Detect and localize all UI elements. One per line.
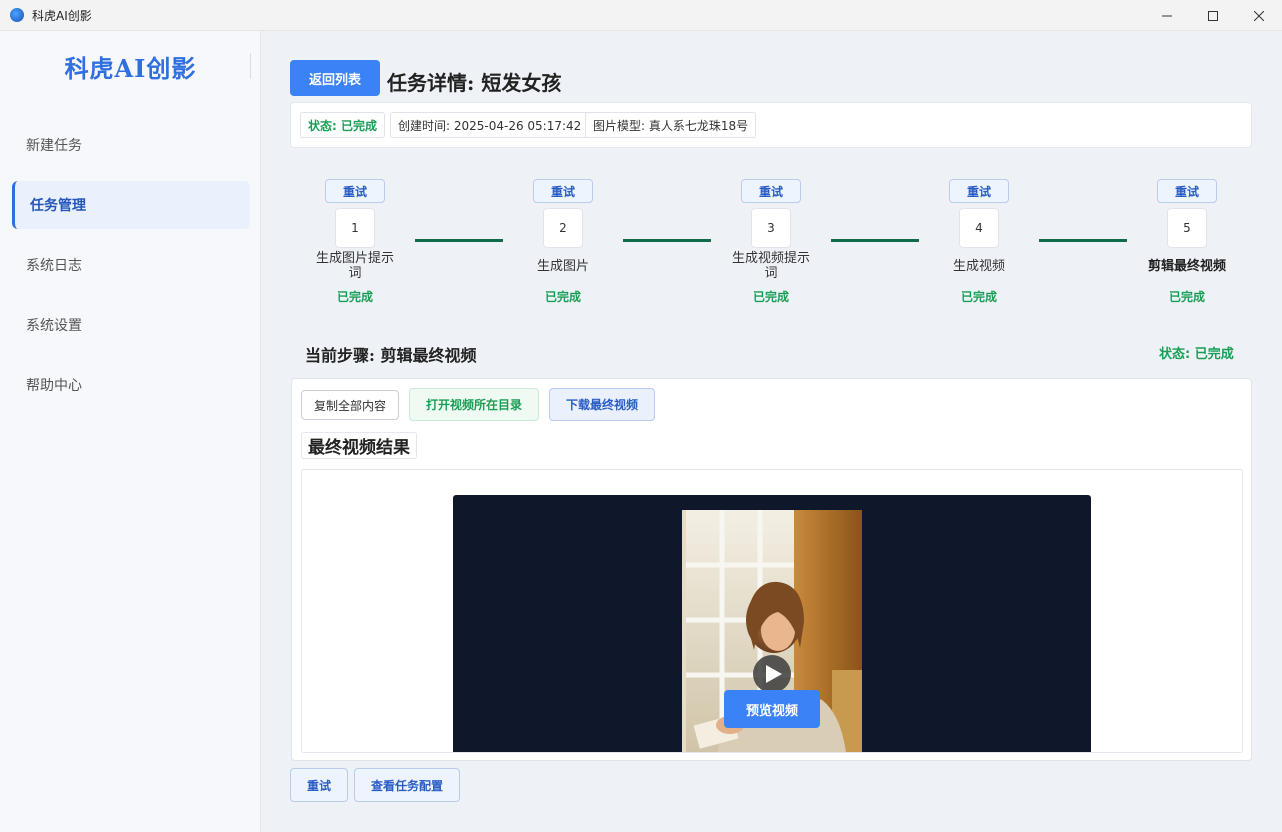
step-retry-button[interactable]: 重试 [741, 179, 801, 203]
page-title: 任务详情: 短发女孩 [387, 71, 562, 95]
retry-button[interactable]: 重试 [290, 768, 348, 802]
maximize-icon[interactable] [1190, 0, 1236, 31]
step-number: 5 [1167, 208, 1207, 248]
minimize-icon[interactable] [1144, 0, 1190, 31]
step-1: 重试 1 生成图片提示词 已完成 [301, 179, 401, 309]
result-title: 最终视频结果 [301, 432, 417, 459]
play-icon[interactable] [753, 655, 791, 693]
step-connector [415, 239, 503, 242]
step-retry-button[interactable]: 重试 [325, 179, 385, 203]
sidebar-item-system-log[interactable]: 系统日志 [12, 241, 250, 289]
step-number: 4 [959, 208, 999, 248]
window-title: 科虎AI创影 [32, 8, 92, 23]
result-card: 复制全部内容 打开视频所在目录 下载最终视频 最终视频结果 预览视频 [291, 378, 1252, 761]
step-number: 3 [751, 208, 791, 248]
step-status: 已完成 [336, 290, 373, 304]
step-status: 已完成 [752, 290, 789, 304]
current-step-label: 当前步骤: 剪辑最终视频 [305, 346, 477, 365]
step-retry-button[interactable]: 重试 [1157, 179, 1217, 203]
copy-all-button[interactable]: 复制全部内容 [301, 390, 399, 420]
view-task-config-button[interactable]: 查看任务配置 [354, 768, 460, 802]
sidebar-item-system-settings[interactable]: 系统设置 [12, 301, 250, 349]
step-status: 已完成 [544, 290, 581, 304]
sidebar-item-task-management[interactable]: 任务管理 [12, 181, 250, 229]
step-number: 1 [335, 208, 375, 248]
step-label: 生成图片提示词 [315, 251, 394, 281]
sidebar-item-new-task[interactable]: 新建任务 [12, 121, 250, 169]
open-video-folder-button[interactable]: 打开视频所在目录 [409, 388, 539, 421]
image-model-badge: 图片模型: 真人系七龙珠18号 [585, 112, 757, 138]
step-status: 已完成 [960, 290, 997, 304]
step-label: 生成图片 [536, 259, 589, 274]
task-info-card: 状态: 已完成 创建时间: 2025-04-26 05:17:42 图片模型: … [290, 102, 1252, 148]
download-video-button[interactable]: 下载最终视频 [549, 388, 655, 421]
step-number: 2 [543, 208, 583, 248]
step-4: 重试 4 生成视频 已完成 [925, 179, 1025, 309]
brand-divider [250, 53, 251, 79]
sidebar-item-help-center[interactable]: 帮助中心 [12, 361, 250, 409]
step-2: 重试 2 生成图片 已完成 [509, 179, 609, 309]
app-logo-icon [10, 8, 24, 22]
title-bar: 科虎AI创影 [0, 0, 1282, 31]
main-content: 返回列表 任务详情: 短发女孩 状态: 已完成 创建时间: 2025-04-26… [261, 31, 1282, 832]
step-retry-button[interactable]: 重试 [533, 179, 593, 203]
status-badge: 状态: 已完成 [300, 112, 385, 138]
step-connector [623, 239, 711, 242]
step-retry-button[interactable]: 重试 [949, 179, 1009, 203]
preview-video-button[interactable]: 预览视频 [724, 690, 820, 728]
step-connector [831, 239, 919, 242]
step-connector [1039, 239, 1127, 242]
step-5: 重试 5 剪辑最终视频 已完成 [1133, 179, 1233, 309]
step-label: 剪辑最终视频 [1147, 259, 1226, 274]
step-status: 已完成 [1168, 290, 1205, 304]
created-time-badge: 创建时间: 2025-04-26 05:17:42 [390, 112, 590, 138]
sidebar: 科虎AI创影 新建任务 任务管理 系统日志 系统设置 帮助中心 [0, 31, 261, 832]
video-player[interactable]: 预览视频 [453, 495, 1091, 752]
step-3: 重试 3 生成视频提示词 已完成 [717, 179, 817, 309]
current-step-status: 状态: 已完成 [1159, 347, 1234, 362]
video-container: 预览视频 [301, 469, 1243, 753]
step-label: 生成视频 [952, 259, 1005, 274]
close-icon[interactable] [1236, 0, 1282, 31]
brand-logo-text: 科虎AI创影 [64, 54, 197, 83]
back-to-list-button[interactable]: 返回列表 [290, 60, 380, 96]
step-label: 生成视频提示词 [731, 251, 810, 281]
